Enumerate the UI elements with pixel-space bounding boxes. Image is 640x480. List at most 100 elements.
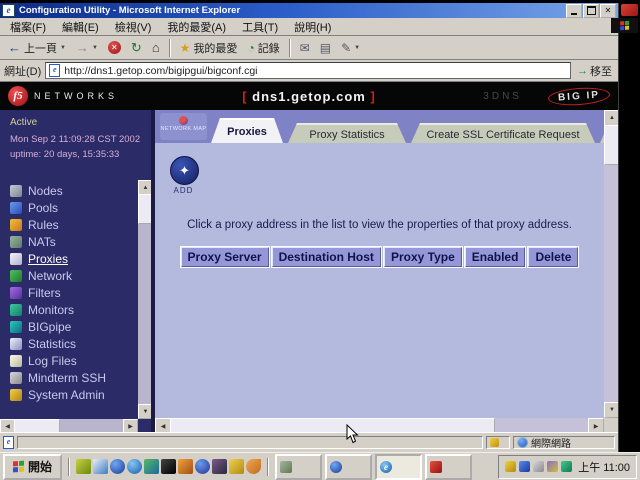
column-enabled[interactable]: Enabled (465, 247, 526, 267)
quick-launch-icon-2[interactable] (93, 459, 108, 474)
tray-icon-3[interactable] (533, 461, 544, 472)
history-button[interactable]: ◔ 記錄 (243, 39, 283, 57)
sidebar-item-rules[interactable]: Rules (10, 216, 151, 233)
menu-help[interactable]: 說明(H) (286, 18, 339, 36)
title-bar[interactable]: e Configuration Utility - Microsoft Inte… (0, 3, 618, 18)
menu-file[interactable]: 檔案(F) (2, 18, 54, 36)
favorites-button[interactable]: ★ 我的最愛 (176, 39, 242, 57)
maximize-button[interactable] (583, 4, 599, 18)
start-button[interactable]: 開始 (3, 454, 62, 480)
back-button[interactable]: ← 上一頁 ▼ (4, 39, 70, 57)
scroll-down-icon[interactable]: ▼ (138, 404, 151, 419)
add-button-label: ADD (168, 186, 199, 195)
taskbar-clock[interactable]: 上午 11:00 (578, 459, 630, 475)
column-proxy-type[interactable]: Proxy Type (384, 247, 462, 267)
edit-button[interactable]: ✎ ▼ (337, 40, 364, 56)
quick-launch-icon-8[interactable] (195, 459, 210, 474)
forward-dropdown-icon[interactable]: ▼ (92, 45, 98, 51)
sidebar-item-bigpipe[interactable]: BIGpipe (10, 318, 151, 335)
network-map-button[interactable]: NETWORK MAP (160, 113, 207, 140)
quick-launch-icon-6[interactable] (161, 459, 176, 474)
forward-button[interactable]: → ▼ (72, 39, 102, 56)
quick-launch-icon-9[interactable] (212, 459, 227, 474)
quick-launch-icon-11[interactable] (246, 459, 261, 474)
address-bar: 網址(D) e http://dns1.getop.com/bigipgui/b… (0, 60, 618, 82)
tab-proxy-statistics[interactable]: Proxy Statistics (288, 123, 406, 143)
sidebar-item-log-files[interactable]: Log Files (10, 352, 151, 369)
sidebar-item-proxies[interactable]: Proxies (10, 250, 151, 267)
address-input[interactable]: e http://dns1.getop.com/bigipgui/bigconf… (45, 62, 571, 79)
scroll-left-icon[interactable]: ◀ (155, 418, 171, 432)
quick-launch-icon-5[interactable] (144, 459, 159, 474)
back-dropdown-icon[interactable]: ▼ (60, 45, 66, 51)
scroll-down-icon[interactable]: ▼ (604, 402, 618, 418)
column-proxy-server[interactable]: Proxy Server (181, 247, 269, 267)
taskbar-window-button-3[interactable]: e (375, 454, 422, 480)
tray-icon-1[interactable] (505, 461, 516, 472)
tray-icon-2[interactable] (519, 461, 530, 472)
tab-proxies[interactable]: Proxies (211, 118, 283, 143)
menu-view[interactable]: 檢視(V) (107, 18, 160, 36)
print-button[interactable]: ▤ (316, 40, 335, 56)
address-url[interactable]: http://dns1.getop.com/bigipgui/bigconf.c… (64, 65, 257, 77)
menu-edit[interactable]: 編輯(E) (54, 18, 107, 36)
statistics-icon (10, 338, 22, 350)
sidebar-item-network[interactable]: Network (10, 267, 151, 284)
column-delete[interactable]: Delete (528, 247, 578, 267)
taskbar-window-button-2[interactable] (325, 454, 372, 480)
stop-button[interactable]: ✕ (104, 40, 125, 55)
proxy-table-header: Proxy Server Destination Host Proxy Type… (155, 247, 604, 267)
tray-icon-5[interactable] (561, 461, 572, 472)
quick-launch-icon-3[interactable] (110, 459, 125, 474)
minimize-button[interactable] (566, 4, 582, 18)
sidebar-item-nats[interactable]: NATs (10, 233, 151, 250)
scrollbar-thumb[interactable] (604, 125, 618, 165)
monitors-icon (10, 304, 22, 316)
quick-launch-icon-1[interactable] (76, 459, 91, 474)
quick-launch-icon-10[interactable] (229, 459, 244, 474)
tab-create-ssl-certificate-request[interactable]: Create SSL Certificate Request (411, 123, 595, 143)
close-button[interactable]: ✕ (600, 4, 616, 18)
sidebar-item-pools[interactable]: Pools (10, 199, 151, 216)
scroll-right-icon[interactable]: ▶ (123, 419, 138, 432)
go-button[interactable]: → 移至 (575, 63, 614, 79)
quick-launch-icon-7[interactable] (178, 459, 193, 474)
sidebar-item-system-admin[interactable]: System Admin (10, 386, 151, 403)
column-destination-host[interactable]: Destination Host (272, 247, 381, 267)
hostname-banner: [ dns1.getop.com ] (0, 89, 618, 104)
scroll-up-icon[interactable]: ▲ (604, 110, 618, 126)
mail-button[interactable]: ✉ (296, 40, 314, 56)
refresh-button[interactable]: ↻ (127, 39, 146, 57)
taskbar-window-button-1[interactable] (275, 454, 322, 480)
edit-dropdown-icon[interactable]: ▼ (354, 45, 360, 51)
sidebar: Active Mon Sep 2 11:09:28 CST 2002 uptim… (0, 110, 151, 432)
menu-tools[interactable]: 工具(T) (234, 18, 286, 36)
sidebar-item-filters[interactable]: Filters (10, 284, 151, 301)
sidebar-item-statistics[interactable]: Statistics (10, 335, 151, 352)
sidebar-item-label: Nodes (28, 184, 63, 198)
scrollbar-thumb[interactable] (138, 194, 151, 224)
stop-icon: ✕ (108, 41, 121, 54)
sidebar-item-mindterm-ssh[interactable]: Mindterm SSH (10, 369, 151, 386)
taskbar-window-button-4[interactable] (425, 454, 472, 480)
scrollbar-thumb[interactable] (170, 418, 495, 432)
sidebar-item-nodes[interactable]: Nodes (10, 182, 151, 199)
sidebar-horizontal-scrollbar[interactable]: ◀ ▶ (0, 419, 138, 432)
quick-launch-icon-4[interactable] (127, 459, 142, 474)
main-vertical-scrollbar[interactable]: ▲ ▼ (604, 110, 618, 418)
window-title: Configuration Utility - Microsoft Intern… (19, 5, 565, 16)
taskbar-separator (68, 458, 70, 476)
tab-strip: NETWORK MAP Proxies Proxy Statistics Cre… (155, 110, 604, 143)
home-button[interactable]: ⌂ (148, 39, 164, 56)
sidebar-vertical-scrollbar[interactable]: ▲ ▼ (138, 180, 151, 419)
main-horizontal-scrollbar[interactable]: ◀ ▶ (155, 418, 604, 432)
scroll-left-icon[interactable]: ◀ (0, 419, 15, 432)
menu-favorites[interactable]: 我的最愛(A) (159, 18, 234, 36)
scroll-right-icon[interactable]: ▶ (588, 418, 604, 432)
tray-icon-4[interactable] (547, 461, 558, 472)
add-button[interactable]: ✦ (170, 156, 199, 185)
app-icon (430, 461, 442, 473)
scroll-up-icon[interactable]: ▲ (138, 180, 151, 195)
scrollbar-thumb[interactable] (14, 419, 60, 432)
sidebar-item-monitors[interactable]: Monitors (10, 301, 151, 318)
